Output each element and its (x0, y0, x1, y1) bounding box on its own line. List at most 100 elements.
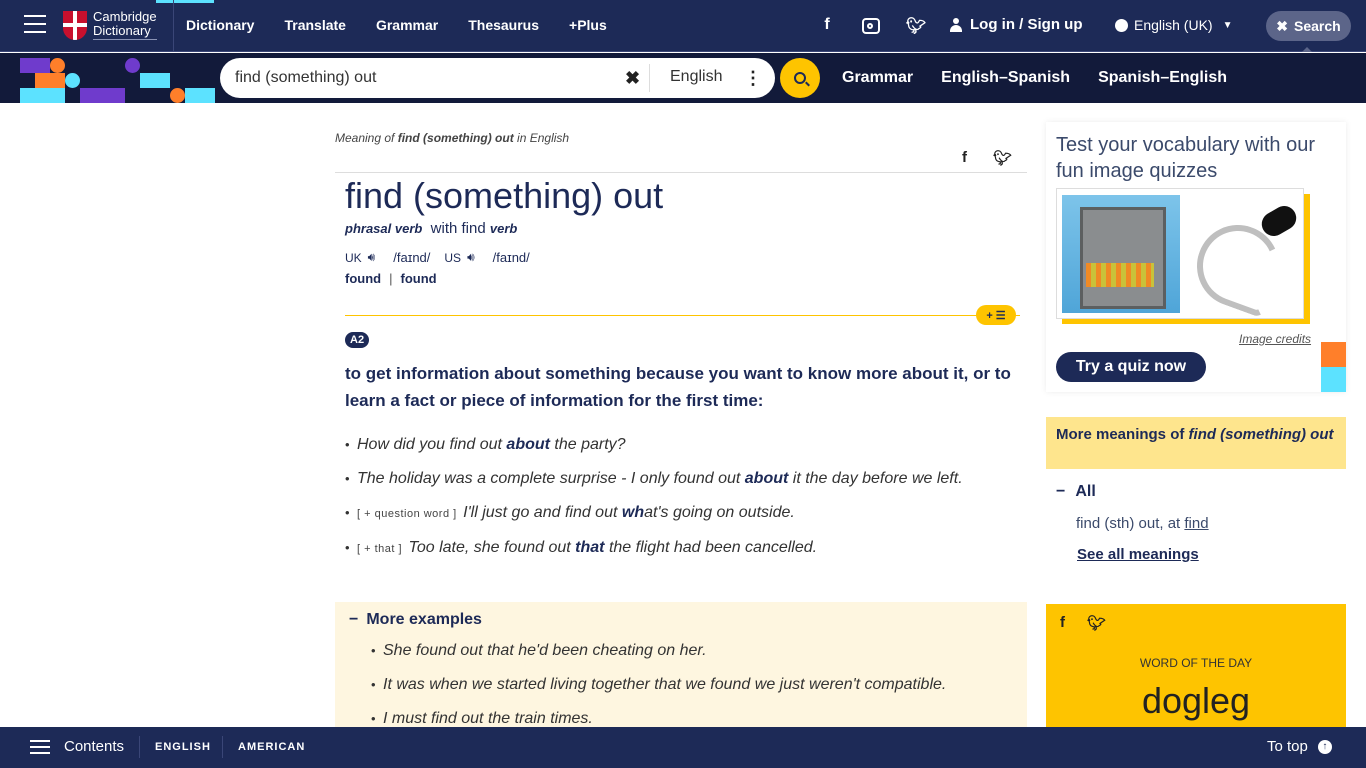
divider (335, 172, 1027, 173)
decorative-block (1321, 342, 1346, 367)
decorative-pattern (0, 53, 220, 103)
list-item: She found out that he'd been cheating on… (371, 639, 946, 663)
twitter-icon[interactable]: 🐦︎ (1087, 614, 1106, 632)
decorative-block (1321, 367, 1346, 392)
user-icon (950, 17, 962, 32)
us-ipa: /faɪnd/ (492, 250, 530, 265)
word-of-the-day: f 🐦︎ WORD OF THE DAY dogleg (1046, 604, 1346, 734)
speaker-icon[interactable]: 🔊︎ (467, 250, 475, 265)
minus-icon: − (1056, 483, 1066, 500)
example-item: [ + that ] Too late, she found out that … (345, 536, 985, 561)
arrow-up-icon: ↑ (1317, 739, 1332, 754)
wotd-word[interactable]: dogleg (1046, 680, 1346, 722)
divider (222, 736, 223, 758)
find-link[interactable]: find (1184, 515, 1208, 532)
more-options-icon[interactable]: ⋮ (744, 68, 762, 89)
logo-line2: Dictionary (93, 24, 157, 40)
globe-icon (1115, 18, 1128, 32)
meaning-entry: find (sth) out, at find (1076, 515, 1209, 532)
example-item: [ + question word ] I'll just go and fin… (345, 501, 985, 526)
add-to-wordlist-button[interactable]: + ☰ (976, 305, 1016, 325)
twitter-icon[interactable]: 🐦︎ (993, 149, 1012, 167)
more-example-list: She found out that he'd been cheating on… (371, 639, 946, 741)
us-label: US (444, 250, 462, 265)
cambridge-logo[interactable]: Cambridge Dictionary (63, 10, 157, 40)
language-selector[interactable]: English (UK) ▼ (1115, 17, 1233, 33)
list-item: It was when we started living together t… (371, 673, 946, 697)
search-box: ✖ English ⋮ (220, 58, 775, 98)
chevron-down-icon: ▼ (1222, 19, 1233, 31)
example-item: The holiday was a complete surprise - I … (345, 467, 985, 491)
subnav-grammar[interactable]: Grammar (842, 69, 913, 87)
logo-line1: Cambridge (93, 9, 157, 24)
divider (139, 736, 140, 758)
image-credits-link[interactable]: Image credits (1239, 332, 1311, 346)
search-input[interactable] (235, 58, 615, 98)
speaker-icon[interactable]: 🔊︎ (368, 250, 376, 265)
instagram-icon[interactable] (862, 18, 880, 34)
try-quiz-button[interactable]: Try a quiz now (1056, 352, 1206, 382)
nav-translate[interactable]: Translate (284, 17, 345, 33)
share-links: f 🐦︎ (962, 149, 1012, 167)
peeler-image (1183, 195, 1301, 313)
nav-grammar[interactable]: Grammar (376, 17, 438, 33)
pronunciation: UK 🔊︎ /faɪnd/ US 🔊︎ /faɪnd/ (345, 250, 538, 265)
search-toggle-label: Search (1294, 18, 1341, 34)
search-bar-row: ✖ English ⋮ Grammar English–Spanish Span… (0, 53, 1366, 103)
uk-label: UK (345, 250, 362, 265)
twitter-icon[interactable]: 🐦︎ (906, 16, 926, 36)
crest-icon (63, 10, 87, 40)
grammar-code: [ + question word ] (357, 508, 457, 520)
facebook-icon[interactable]: f (818, 16, 836, 36)
example-item: How did you find out about the party? (345, 433, 985, 457)
quiz-title: Test your vocabulary with our fun image … (1056, 134, 1316, 182)
tab-english[interactable]: ENGLISH (155, 741, 211, 753)
language-label: English (UK) (1134, 17, 1213, 33)
past-participle: found (400, 271, 437, 286)
all-meanings-toggle[interactable]: − All (1056, 483, 1096, 501)
nav-dictionary[interactable]: Dictionary (186, 17, 254, 33)
subnav-english-spanish[interactable]: English–Spanish (941, 69, 1070, 87)
share-links: f 🐦︎ (1060, 614, 1106, 632)
tab-american[interactable]: AMERICAN (238, 741, 305, 753)
divider (173, 0, 174, 52)
grammar-code: [ + that ] (357, 543, 403, 555)
cefr-level-badge: A2 (345, 332, 370, 348)
more-examples-toggle[interactable]: − More examples (349, 611, 482, 629)
close-icon: ✖ (1276, 17, 1289, 34)
dataset-selector[interactable]: English (670, 68, 722, 86)
divider (345, 315, 1020, 316)
bottom-bar: Contents ENGLISH AMERICAN To top ↑ (0, 727, 1366, 768)
uk-ipa: /faɪnd/ (393, 250, 431, 265)
inflections: found | found (345, 271, 437, 286)
facebook-icon[interactable]: f (1060, 614, 1065, 632)
clear-search-icon[interactable]: ✖ (625, 68, 640, 89)
wotd-label: WORD OF THE DAY (1139, 656, 1253, 670)
active-nav-indicator (156, 0, 214, 3)
login-link[interactable]: Log in / Sign up (950, 16, 1082, 33)
see-all-meanings-link[interactable]: See all meanings (1077, 546, 1199, 563)
main-nav: Dictionary Translate Grammar Thesaurus +… (186, 17, 607, 33)
more-examples-panel: − More examples She found out that he'd … (335, 602, 1027, 732)
definition: to get information about something becau… (345, 364, 1011, 410)
quiz-image[interactable] (1056, 188, 1304, 319)
search-submit-button[interactable] (780, 58, 820, 98)
minus-icon: − (349, 611, 359, 628)
facebook-icon[interactable]: f (962, 149, 967, 167)
menu-icon[interactable] (24, 15, 46, 33)
login-label: Log in / Sign up (970, 16, 1083, 33)
divider (649, 64, 650, 92)
social-links: f 🐦︎ (818, 16, 926, 36)
to-top-button[interactable]: To top ↑ (1267, 738, 1332, 755)
past-tense: found (345, 271, 382, 286)
sub-nav: Grammar English–Spanish Spanish–English (842, 69, 1227, 87)
search-toggle-button[interactable]: ✖ Search (1266, 11, 1351, 52)
part-of-speech: phrasal verb with find verb (345, 220, 518, 237)
nav-plus[interactable]: +Plus (569, 17, 607, 33)
contents-button[interactable]: Contents (30, 738, 124, 755)
example-list: How did you find out about the party? The… (345, 433, 985, 571)
subnav-spanish-english[interactable]: Spanish–English (1098, 69, 1227, 87)
quiz-promo: Test your vocabulary with our fun image … (1046, 122, 1346, 392)
more-meanings-header: More meanings of find (something) out (1046, 417, 1346, 469)
nav-thesaurus[interactable]: Thesaurus (468, 17, 539, 33)
